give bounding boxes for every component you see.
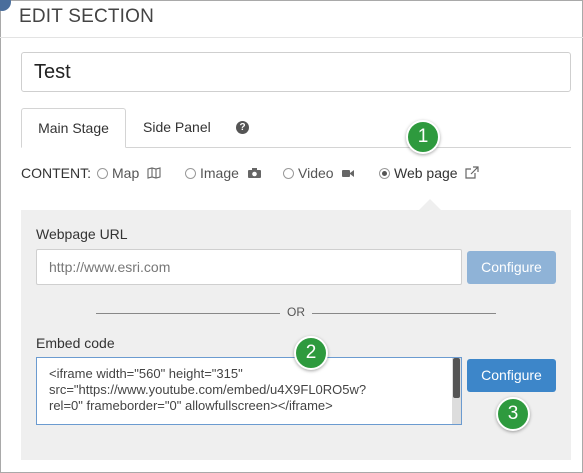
step-badge-2: 2	[294, 336, 328, 370]
content-option-webpage[interactable]: Web page	[379, 165, 480, 182]
content-label: CONTENT:	[21, 165, 91, 181]
content-option-map[interactable]: Map	[97, 165, 161, 182]
step-badge-1: 1	[406, 120, 440, 154]
tab-side-panel[interactable]: Side Panel	[143, 119, 211, 135]
corner-mark	[0, 0, 11, 11]
help-icon[interactable]: ?	[236, 121, 249, 134]
embed-configure-button[interactable]: Configure	[467, 359, 556, 392]
url-configure-button[interactable]: Configure	[467, 251, 556, 284]
tab-main-stage[interactable]: Main Stage	[21, 108, 126, 148]
camera-icon	[247, 166, 262, 182]
dialog-title: EDIT SECTION	[19, 6, 155, 27]
step-badge-3: 3	[496, 397, 530, 431]
or-text: OR	[287, 305, 305, 319]
option-label-webpage: Web page	[394, 165, 458, 181]
video-camera-icon	[341, 166, 355, 182]
or-divider: OR	[96, 305, 496, 321]
option-label-map: Map	[112, 165, 140, 181]
embed-code-line: <iframe width="560" height="315"	[49, 366, 243, 381]
webpage-url-input[interactable]: http://www.esri.com	[36, 249, 462, 285]
content-option-video[interactable]: Video	[283, 165, 355, 182]
radio-video[interactable]	[283, 168, 294, 179]
embed-scrollbar-thumb[interactable]	[453, 358, 460, 398]
embed-code-textarea[interactable]: <iframe width="560" height="315" src="ht…	[36, 357, 462, 425]
radio-webpage[interactable]	[379, 168, 390, 179]
embed-code-line: rel=0" frameborder="0" allowfullscreen><…	[49, 398, 333, 413]
embed-code-label: Embed code	[36, 335, 115, 351]
option-label-video: Video	[298, 165, 334, 181]
radio-map[interactable]	[97, 168, 108, 179]
external-link-icon	[465, 166, 480, 182]
content-option-image[interactable]: Image	[185, 165, 262, 182]
panel-pointer	[419, 199, 441, 210]
embed-code-line: src="https://www.youtube.com/embed/u4X9F…	[49, 382, 367, 397]
or-line-left	[96, 313, 280, 314]
title-divider	[0, 37, 583, 38]
section-name-input[interactable]: Test	[21, 52, 571, 92]
or-line-right	[312, 313, 496, 314]
radio-image[interactable]	[185, 168, 196, 179]
option-label-image: Image	[200, 165, 239, 181]
map-icon	[147, 166, 161, 182]
webpage-url-label: Webpage URL	[36, 226, 128, 242]
